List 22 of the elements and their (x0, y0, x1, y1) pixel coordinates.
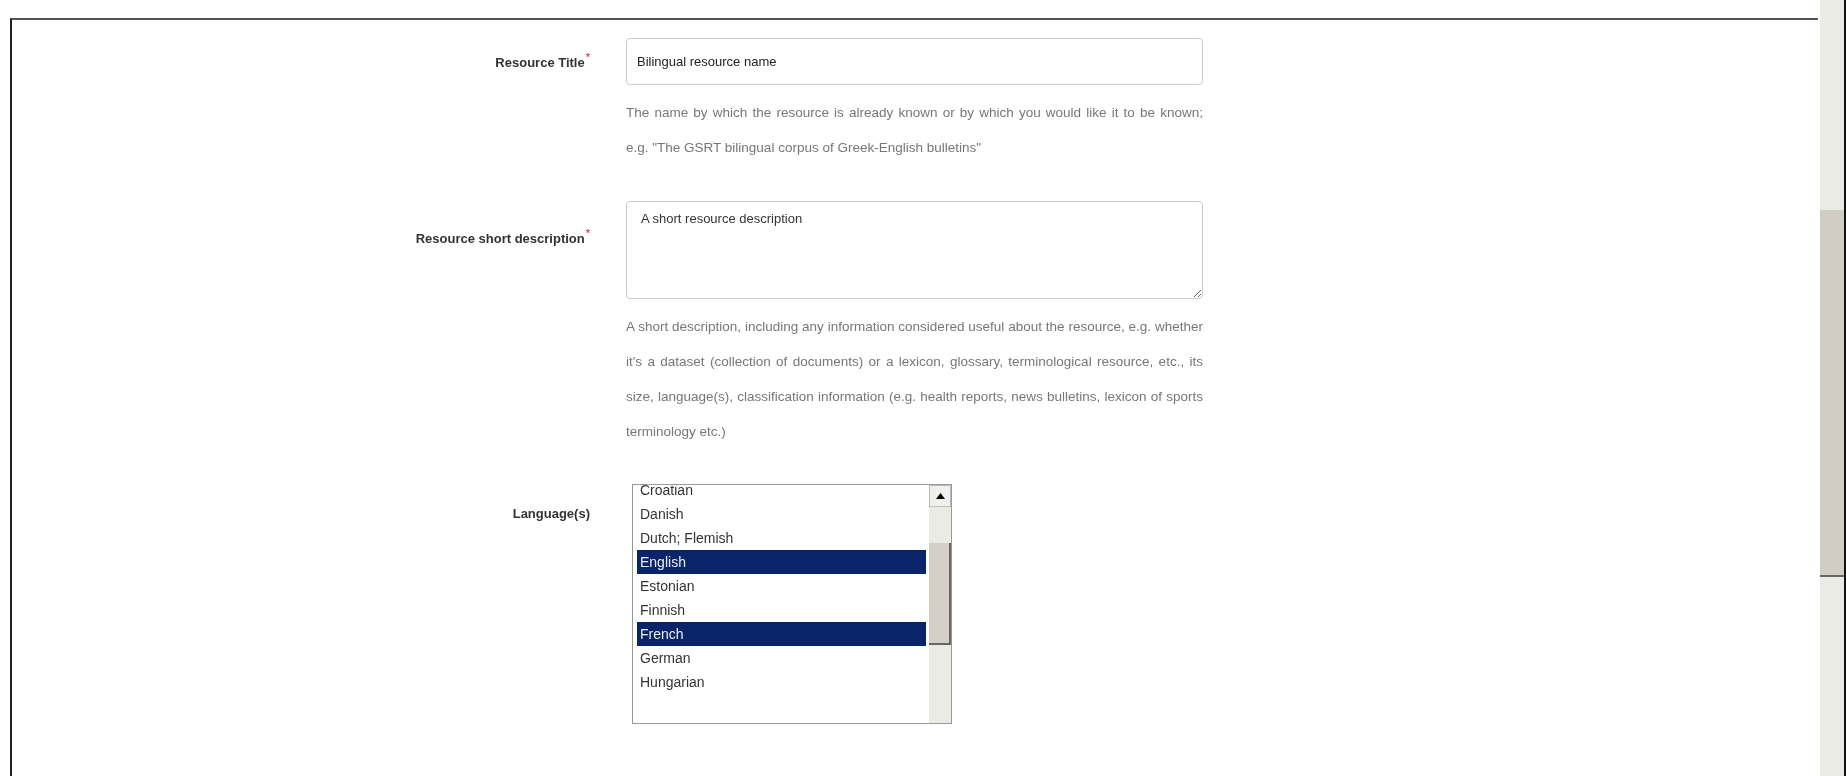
list-option[interactable]: German (637, 646, 926, 670)
list-option[interactable]: Danish (637, 502, 926, 526)
field-label: Resource short description (415, 231, 585, 247)
help-text: The name by which the resource is already known or by which you would like it to be known; e.g. "The GSRT bilingual corpus of Greek-English bulletins" (626, 104, 1203, 157)
scroll-up-icon[interactable] (929, 485, 951, 507)
list-option[interactable]: English (637, 550, 926, 574)
list-option[interactable]: Finnish (637, 598, 926, 622)
list-option[interactable]: Hungarian (637, 670, 926, 694)
required-mark: * (585, 227, 590, 239)
list-scrollbar[interactable] (929, 485, 951, 723)
field-label: Language(s) (512, 506, 590, 521)
input-field[interactable]: Bilingual resource name (626, 38, 1203, 85)
list-option[interactable]: Croatian (637, 485, 926, 502)
help-text: A short description, including any information considered useful about the resource, e.g. whether it's a dataset (collection of documents) or a lexicon, glossary, terminological resource, etc., its size, language(s), classification information (e.g. health reports, news bulletins, lexicon of sports terminology etc.) (626, 318, 1203, 441)
list-option[interactable]: French (637, 622, 926, 646)
list-option[interactable]: Estonian (637, 574, 926, 598)
text-area[interactable]: A short resource description (626, 201, 1203, 299)
page-scrollbar[interactable] (1820, 0, 1846, 776)
field-label: Resource Title (495, 55, 585, 71)
required-mark: * (585, 51, 590, 63)
language-listbox[interactable]: Croatian Danish Dutch; Flemish English Estonian Finnish French German Hungarian (632, 484, 952, 724)
list-option[interactable]: Dutch; Flemish (637, 526, 926, 550)
